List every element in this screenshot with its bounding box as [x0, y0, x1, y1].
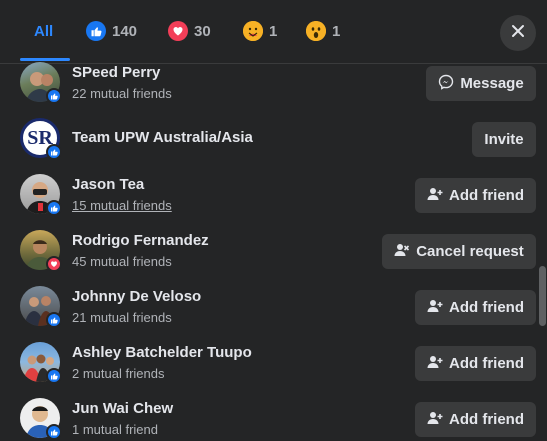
tab-care[interactable]: 1 [243, 0, 277, 62]
add-friend-button[interactable]: Add friend [415, 346, 536, 381]
messenger-icon [438, 74, 454, 94]
avatar[interactable] [20, 342, 62, 384]
wow-reaction-icon [306, 21, 326, 41]
list-item: SPeed Perry 22 mutual friends Message [0, 54, 540, 110]
add-friend-icon [427, 298, 443, 318]
like-badge-icon [46, 144, 62, 160]
add-friend-icon [427, 186, 443, 206]
love-reaction-icon [168, 21, 188, 41]
scrollbar-thumb[interactable] [539, 266, 546, 326]
mutual-friends: 22 mutual friends [72, 86, 172, 101]
mutual-friends: 21 mutual friends [72, 310, 172, 325]
love-badge-icon [46, 256, 62, 272]
add-friend-icon [427, 410, 443, 430]
avatar[interactable] [20, 398, 62, 440]
like-reaction-icon [86, 21, 106, 41]
cancel-request-button[interactable]: Cancel request [382, 234, 536, 269]
cancel-request-label: Cancel request [416, 243, 524, 260]
avatar[interactable]: SR [20, 118, 62, 160]
message-button-label: Message [460, 75, 524, 92]
reactions-dialog: All 140 30 1 1 SPeed Perry 22 mutual fri… [0, 0, 547, 441]
person-name[interactable]: Team UPW Australia/Asia [72, 129, 253, 146]
mutual-friends: 1 mutual friend [72, 422, 158, 437]
person-name[interactable]: Rodrigo Fernandez [72, 232, 209, 249]
avatar[interactable] [20, 174, 62, 216]
add-friend-label: Add friend [449, 355, 524, 372]
add-friend-label: Add friend [449, 187, 524, 204]
add-friend-button[interactable]: Add friend [415, 402, 536, 437]
avatar[interactable] [20, 286, 62, 328]
list-item: Ashley Batchelder Tuupo 2 mutual friends… [0, 334, 540, 390]
like-badge-icon [46, 424, 62, 440]
list-item: Jason Tea 15 mutual friends Add friend [0, 166, 540, 222]
invite-button[interactable]: Invite [472, 122, 536, 157]
mutual-friends[interactable]: 15 mutual friends [72, 198, 172, 213]
person-name[interactable]: SPeed Perry [72, 64, 160, 81]
person-name[interactable]: Jun Wai Chew [72, 400, 173, 417]
add-friend-label: Add friend [449, 299, 524, 316]
tab-wow[interactable]: 1 [306, 0, 340, 62]
like-badge-icon [46, 312, 62, 328]
tab-like[interactable]: 140 [86, 0, 137, 62]
like-badge-icon [46, 368, 62, 384]
person-name[interactable]: Ashley Batchelder Tuupo [72, 344, 252, 361]
list-item: Rodrigo Fernandez 45 mutual friends Canc… [0, 222, 540, 278]
tab-like-count: 140 [112, 22, 138, 40]
like-badge-icon [46, 88, 62, 104]
message-button[interactable]: Message [426, 66, 536, 101]
add-friend-label: Add friend [449, 411, 524, 428]
tab-all[interactable]: All [34, 0, 53, 62]
avatar[interactable] [20, 230, 62, 272]
cancel-request-icon [394, 242, 410, 262]
like-badge-icon [46, 200, 62, 216]
care-reaction-icon [243, 21, 263, 41]
tab-wow-count: 1 [332, 22, 341, 40]
tab-care-count: 1 [269, 22, 278, 40]
person-name[interactable]: Jason Tea [72, 176, 144, 193]
tab-love[interactable]: 30 [168, 0, 211, 62]
add-friend-icon [427, 354, 443, 374]
reaction-people-list: SPeed Perry 22 mutual friends Message SR… [0, 54, 547, 441]
mutual-friends: 45 mutual friends [72, 254, 172, 269]
tab-all-label: All [34, 22, 54, 40]
add-friend-button[interactable]: Add friend [415, 290, 536, 325]
list-item: Johnny De Veloso 21 mutual friends Add f… [0, 278, 540, 334]
person-name[interactable]: Johnny De Veloso [72, 288, 201, 305]
invite-button-label: Invite [484, 131, 524, 148]
list-item: SR Team UPW Australia/Asia Invite [0, 110, 540, 166]
close-button[interactable] [500, 15, 536, 51]
tab-love-count: 30 [194, 22, 211, 40]
list-item: Jun Wai Chew 1 mutual friend Add friend [0, 390, 540, 441]
mutual-friends: 2 mutual friends [72, 366, 165, 381]
close-icon [511, 24, 525, 43]
add-friend-button[interactable]: Add friend [415, 178, 536, 213]
avatar[interactable] [20, 62, 62, 104]
